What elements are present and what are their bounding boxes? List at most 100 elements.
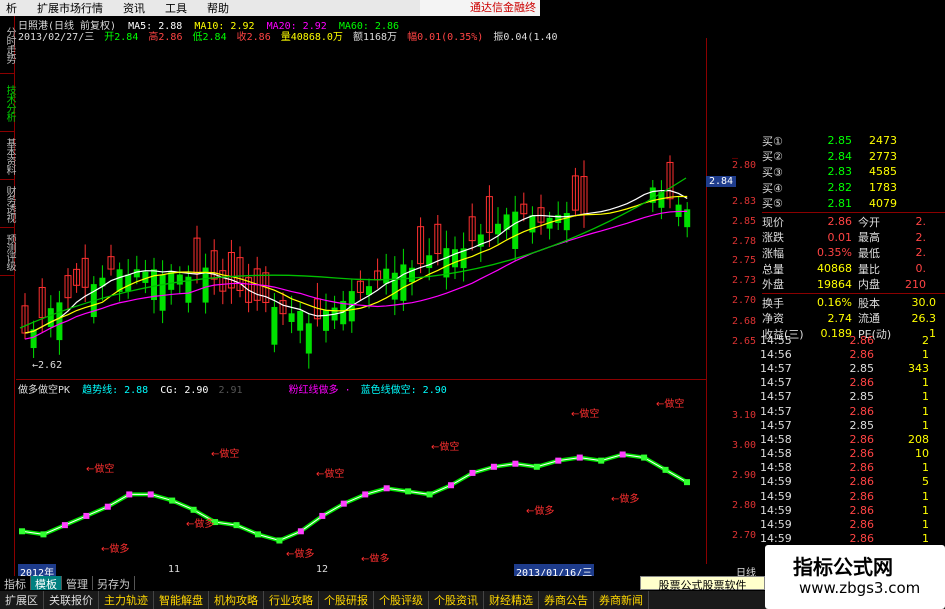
indicator-mark — [641, 454, 648, 461]
indicator-mark — [684, 479, 690, 486]
price-tick: 2.80 — [732, 160, 757, 171]
candle-body-down — [151, 269, 157, 301]
tab-technical[interactable]: 技术分析 — [0, 74, 15, 132]
tick-row: 14:57 2.86 1 — [760, 376, 945, 390]
bid-volume: 4079 — [869, 196, 897, 210]
stat-value: 40868 — [817, 262, 852, 276]
stat-label: 涨幅 — [762, 246, 784, 260]
tick-volume: 1 — [922, 518, 929, 532]
candlestick-chart[interactable] — [16, 38, 706, 378]
buy-signal-label: ←做多 — [286, 547, 314, 560]
menu-item[interactable]: 析 — [0, 0, 31, 16]
ind-axis-tick: 2.70 — [732, 530, 757, 541]
tab-save-as[interactable]: 另存为 — [93, 576, 135, 591]
indicator-mark — [19, 528, 25, 535]
candle-body-down — [512, 211, 519, 249]
indicator-mark — [555, 457, 562, 464]
price-tick: 2.85 — [732, 216, 757, 227]
tick-time: 14:59 — [760, 475, 792, 489]
toolbar-item[interactable]: 主力轨迹 — [99, 591, 154, 609]
candle-body-down — [47, 308, 54, 327]
tick-volume: 1 — [922, 503, 929, 517]
stat-label: 量比 — [858, 262, 880, 276]
menu-item[interactable]: 工具 — [159, 0, 201, 16]
indicator-mark — [576, 454, 583, 461]
tab-time-sharing[interactable]: 分时走势 — [0, 16, 15, 74]
indicator-mark — [297, 528, 304, 535]
indicator-mark — [490, 463, 497, 470]
candle-body-down — [288, 313, 295, 322]
indicator-mark — [126, 491, 133, 498]
stat-row: 现价 2.86 今开 2. — [762, 214, 945, 230]
menu-item[interactable]: 扩展市场行情 — [31, 0, 117, 16]
tick-price: 2.86 — [849, 503, 875, 517]
toolbar-item[interactable]: 个股研报 — [319, 591, 374, 609]
indicator-mark — [190, 506, 197, 513]
tick-time: 14:57 — [760, 390, 792, 404]
tab-rating[interactable]: 预测评级 — [0, 228, 15, 276]
stat-value: 0. — [915, 262, 927, 276]
stat-row: 总量 40868 量比 0. — [762, 261, 945, 277]
price-tick: 2.68 — [732, 316, 757, 327]
tab-indicator[interactable]: 指标 — [0, 576, 31, 591]
candle-body-down — [271, 306, 278, 345]
menu-item[interactable]: 帮助 — [201, 0, 243, 16]
candle-body-down — [297, 310, 304, 331]
ma10-line — [24, 195, 688, 334]
tick-price: 2.86 — [849, 404, 875, 418]
tick-row: 14:58 2.86 1 — [760, 461, 945, 475]
current-price-tag: 2.84 — [706, 176, 736, 187]
candle-body-down — [426, 255, 433, 269]
stat-value: 0.16% — [817, 296, 852, 310]
indicator-chart[interactable]: ←做空 ←做空 ←做空 ←做空 ←做空 ←做空 ←做多 ←做多 ←做多 ←做多 ←做多 ←做多 — [16, 390, 706, 562]
bid-row: 买④ 2.82 1783 — [762, 180, 945, 196]
price-tick: 2.75 — [732, 255, 757, 266]
buy-signal-label: ←做多 — [186, 517, 214, 530]
toolbar-item[interactable]: 扩展区 — [0, 591, 44, 609]
tick-time: 14:59 — [760, 489, 792, 503]
menu-item[interactable]: 资讯 — [117, 0, 159, 16]
toolbar-item[interactable]: 财经精选 — [484, 591, 539, 609]
candle-body-down — [383, 268, 390, 284]
watermark-title: 指标公式网 — [793, 555, 893, 579]
sell-signal-label: ←做空 — [656, 397, 684, 410]
ind-axis-tick: 3.00 — [732, 440, 757, 451]
sell-signal-label: ←做空 — [316, 467, 344, 480]
candle-body-down — [159, 274, 166, 311]
tick-price: 2.86 — [849, 475, 875, 489]
toolbar-item[interactable]: 个股评级 — [374, 591, 429, 609]
toolbar-item[interactable]: 关联报价 — [44, 591, 99, 609]
toolbar-item[interactable]: 券商公告 — [539, 591, 594, 609]
tick-row: 14:59 2.86 1 — [760, 503, 945, 517]
tick-row: 14:57 2.86 1 — [760, 404, 945, 418]
toolbar-item[interactable]: 机构攻略 — [209, 591, 264, 609]
buy-signal-label: ←做多 — [526, 504, 554, 517]
stat-value: 2.74 — [827, 311, 853, 325]
stat-value: 26.3 — [911, 311, 937, 325]
tab-basic-info[interactable]: 基本资料 — [0, 132, 15, 180]
sell-signal-label: ←做空 — [211, 447, 239, 460]
tick-price: 2.85 — [849, 418, 875, 432]
date-label: 12 — [316, 564, 329, 575]
stat-label: 净资 — [762, 312, 784, 326]
tab-template[interactable]: 模板 — [31, 576, 62, 591]
date-label: 11 — [168, 564, 181, 575]
tab-finance[interactable]: 财务透视 — [0, 180, 15, 228]
indicator-mark — [147, 491, 154, 498]
bid-volume: 1783 — [869, 181, 897, 195]
toolbar-item[interactable]: 智能解盘 — [154, 591, 209, 609]
watermark: 指标公式网 www.zbgs3.com — [765, 545, 945, 609]
toolbar-item[interactable]: 个股资讯 — [429, 591, 484, 609]
stat-value: 2. — [915, 246, 927, 260]
bid-label: 买⑤ — [762, 197, 783, 211]
sell-signal-label: ←做空 — [431, 440, 459, 453]
toolbar-item[interactable]: 行业攻略 — [264, 591, 319, 609]
indicator-mark — [104, 503, 111, 510]
tick-list[interactable]: 14:55 2.86 2 14:56 2.86 1 14:57 2.85 343 14:57 2.8… — [760, 333, 945, 548]
tick-price: 2.86 — [849, 432, 875, 446]
tick-time: 14:58 — [760, 447, 792, 461]
toolbar-item[interactable]: 券商新闻 — [594, 591, 649, 609]
tab-manage[interactable]: 管理 — [62, 576, 93, 591]
indicator-mark — [619, 451, 626, 458]
candle-body-down — [125, 274, 132, 292]
